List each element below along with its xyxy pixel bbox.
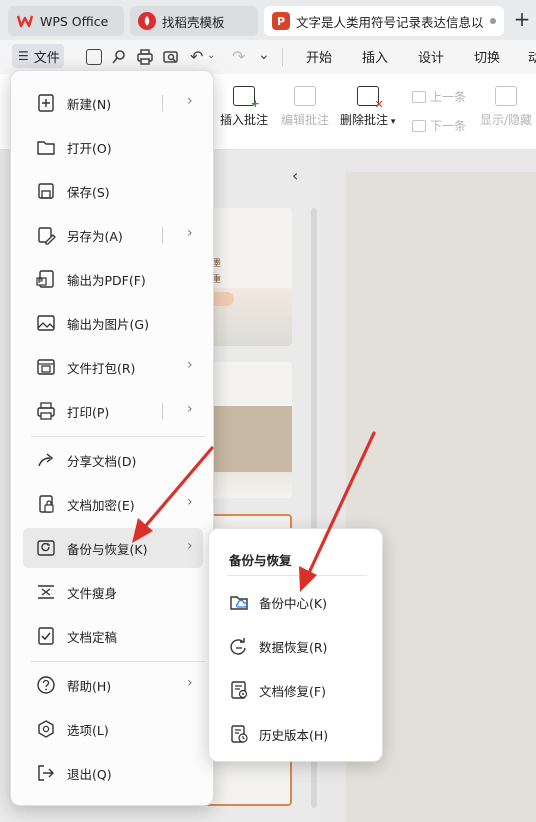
annotation-arrows [132, 431, 376, 592]
annotation-arrowhead-2 [299, 566, 317, 592]
annotation-arrow-1 [141, 446, 214, 531]
annotation-arrow-2 [306, 431, 376, 577]
